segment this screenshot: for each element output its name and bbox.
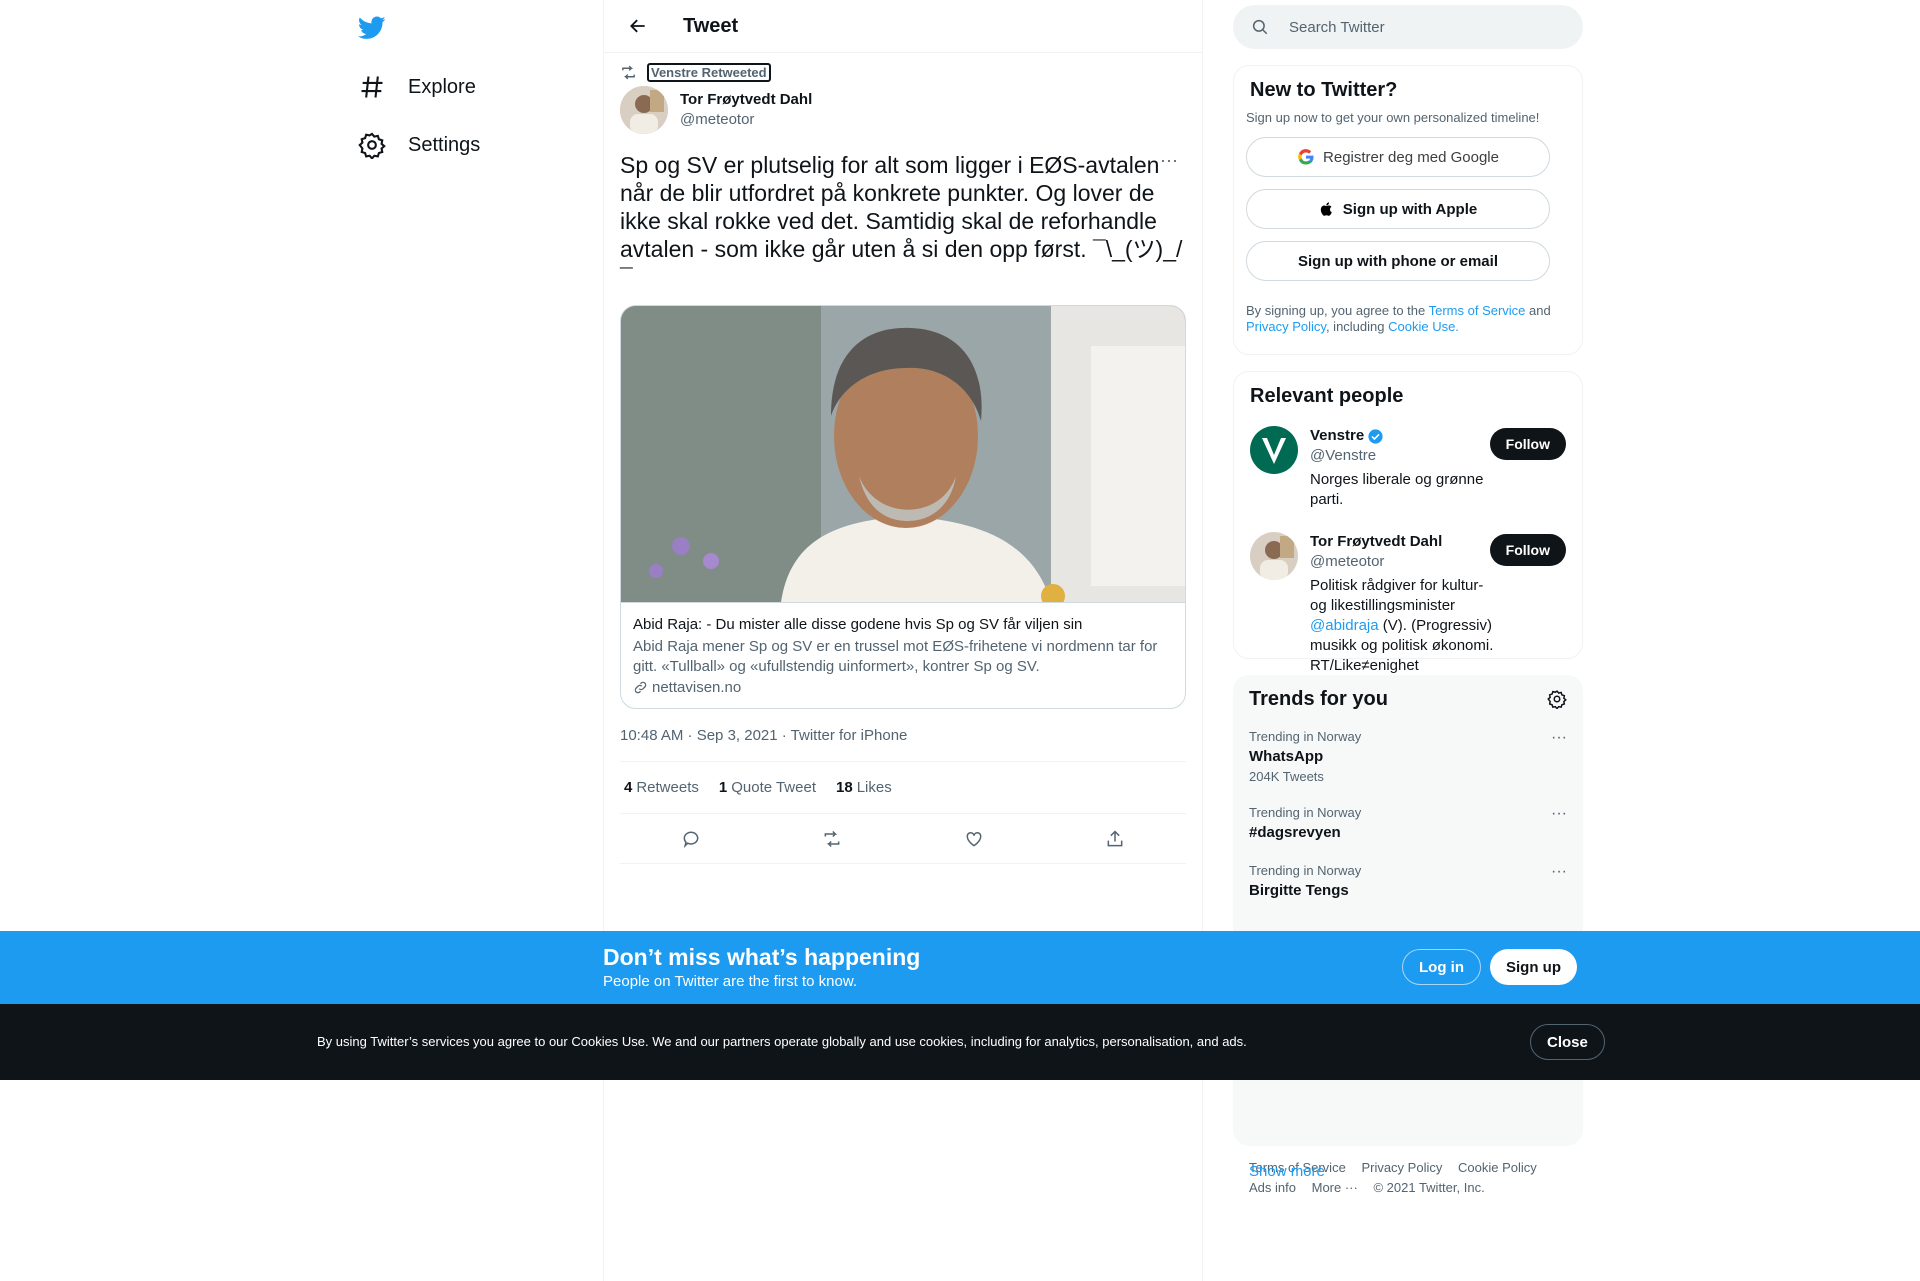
copyright: © 2021 Twitter, Inc. <box>1373 1180 1485 1195</box>
apple-signup-button[interactable]: Sign up with Apple <box>1246 189 1550 229</box>
nav-explore[interactable]: Explore <box>348 61 486 113</box>
cookie-consent-bar: By using Twitter’s services you agree to… <box>0 1004 1920 1080</box>
google-signup-button[interactable]: Registrer deg med Google <box>1246 137 1550 177</box>
relevant-people-title: Relevant people <box>1250 385 1404 407</box>
apple-icon <box>1320 202 1332 216</box>
tweet-stats: 4 Retweets 1 Quote Tweet 18 Likes <box>620 762 1186 814</box>
relevant-people-panel: Relevant people Venstre @Venstre Norges … <box>1233 371 1583 674</box>
trend-item[interactable]: Trending in Norway Birgitte Tengs ··· <box>1233 853 1583 911</box>
verified-badge-icon <box>1368 428 1383 444</box>
retweeted-by-link[interactable]: Venstre Retweeted <box>647 62 771 82</box>
reply-icon[interactable] <box>673 821 709 857</box>
person-name[interactable]: Tor Frøytvedt Dahl <box>1310 532 1442 552</box>
more-options-icon[interactable]: ··· <box>1152 143 1186 177</box>
header-bar: Tweet <box>604 0 1202 53</box>
more-options-icon[interactable]: ··· <box>1551 863 1567 881</box>
nav-settings-label: Settings <box>408 133 481 156</box>
footer-ads-link[interactable]: Ads info <box>1249 1180 1296 1195</box>
google-icon <box>1298 149 1314 165</box>
trend-item[interactable]: Trending in Norway #dagsrevyen ··· <box>1233 795 1583 853</box>
tweet-actions <box>620 814 1186 864</box>
link-icon <box>634 681 647 694</box>
card-domain: nettavisen.no <box>633 679 1173 696</box>
author-handle[interactable]: @meteotor <box>680 110 812 130</box>
signup-legal: By signing up, you agree to the Terms of… <box>1246 303 1551 334</box>
follow-button[interactable]: Follow <box>1489 428 1566 460</box>
card-image <box>621 306 1185 602</box>
likes-stat[interactable]: 18 Likes <box>836 779 892 796</box>
footer-more-link[interactable]: More ··· <box>1312 1180 1358 1195</box>
person-name[interactable]: Venstre <box>1310 426 1364 446</box>
twitter-logo-icon[interactable] <box>352 8 392 48</box>
search-icon <box>1252 19 1268 35</box>
page-root: Explore Settings Tweet Venstre Retweeted <box>0 0 1920 1281</box>
follow-button[interactable]: Follow <box>1489 534 1566 566</box>
cookie-close-button[interactable]: Close <box>1530 1024 1605 1060</box>
author-avatar[interactable] <box>620 86 668 134</box>
phone-email-signup-button[interactable]: Sign up with phone or email <box>1246 241 1550 281</box>
show-more-link[interactable]: Show more <box>1233 1163 1325 1180</box>
person-venstre[interactable]: Venstre @Venstre Norges liberale og grøn… <box>1246 426 1570 510</box>
like-icon[interactable] <box>956 821 992 857</box>
terms-link[interactable]: Terms of Service <box>1429 303 1526 318</box>
person-meteotor[interactable]: Tor Frøytvedt Dahl @meteotor Politisk rå… <box>1246 532 1570 676</box>
share-icon[interactable] <box>1097 821 1133 857</box>
signup-panel: New to Twitter? Sign up now to get your … <box>1233 65 1583 355</box>
venstre-avatar[interactable] <box>1250 426 1298 474</box>
author-name[interactable]: Tor Frøytvedt Dahl <box>680 90 812 110</box>
main-column: Tweet Venstre Retweeted Tor Frøytvedt Da… <box>603 0 1203 1281</box>
privacy-link[interactable]: Privacy Policy <box>1246 319 1326 334</box>
card-description: Abid Raja mener Sp og SV er en trussel m… <box>633 638 1158 675</box>
meteotor-avatar[interactable] <box>1250 532 1298 580</box>
cookie-text: By using Twitter’s services you agree to… <box>317 1034 1247 1049</box>
footer-cookie-link[interactable]: Cookie Policy <box>1458 1160 1537 1175</box>
signup-button[interactable]: Sign up <box>1490 949 1577 985</box>
page-title: Tweet <box>683 14 739 37</box>
signup-banner: Don’t miss what’s happening People on Tw… <box>0 931 1920 1004</box>
back-arrow-icon[interactable] <box>620 8 656 44</box>
login-button[interactable]: Log in <box>1402 949 1481 985</box>
trend-item[interactable]: Trending in Norway WhatsApp 204K Tweets … <box>1233 719 1583 795</box>
nav-settings[interactable]: Settings <box>348 119 490 171</box>
retweet-icon <box>622 65 635 79</box>
tweet-author: Tor Frøytvedt Dahl @meteotor ··· <box>620 83 1186 170</box>
person-handle: @Venstre <box>1310 447 1377 464</box>
footer-privacy-link[interactable]: Privacy Policy <box>1361 1160 1442 1175</box>
person-handle: @meteotor <box>1310 553 1385 570</box>
retweets-stat[interactable]: 4 Retweets <box>624 779 699 796</box>
gear-icon <box>358 132 386 159</box>
retweet-action-icon[interactable] <box>814 821 850 857</box>
banner-subtitle: People on Twitter are the first to know. <box>603 973 858 990</box>
tweet-text: Sp og SV er plutselig for alt som ligger… <box>620 152 1183 290</box>
quotes-stat[interactable]: 1 Quote Tweet <box>719 779 816 796</box>
card-title: Abid Raja: - Du mister alle disse godene… <box>633 616 1083 633</box>
person-bio: Norges liberale og grønne parti. <box>1310 471 1484 508</box>
link-card[interactable]: Abid Raja: - Du mister alle disse godene… <box>620 305 1186 709</box>
more-options-icon[interactable]: ··· <box>1551 729 1567 747</box>
nav-explore-label: Explore <box>408 75 476 98</box>
person-bio: Politisk rådgiver for kultur- og likesti… <box>1310 577 1494 674</box>
trends-settings-icon[interactable] <box>1547 689 1567 714</box>
signup-title: New to Twitter? <box>1250 79 1398 101</box>
search-box[interactable]: Search Twitter <box>1233 5 1583 49</box>
hashtag-icon <box>361 76 383 98</box>
tweet: Venstre Retweeted Tor Frøytvedt Dahl @me… <box>604 53 1202 864</box>
cookie-use-link[interactable]: Cookie Use. <box>1388 319 1459 334</box>
trends-title: Trends for you <box>1249 688 1388 710</box>
more-options-icon[interactable]: ··· <box>1551 805 1567 823</box>
tweet-timestamp[interactable]: 10:48 AM · Sep 3, 2021 · Twitter for iPh… <box>620 727 1186 762</box>
left-sidebar: Explore Settings <box>340 0 600 1281</box>
mention-link[interactable]: @abidraja <box>1310 617 1379 634</box>
search-input[interactable]: Search Twitter <box>1289 19 1385 36</box>
signup-subtitle: Sign up now to get your own personalized… <box>1246 110 1540 125</box>
retweet-context: Venstre Retweeted <box>620 53 1186 83</box>
banner-title: Don’t miss what’s happening <box>603 944 921 970</box>
